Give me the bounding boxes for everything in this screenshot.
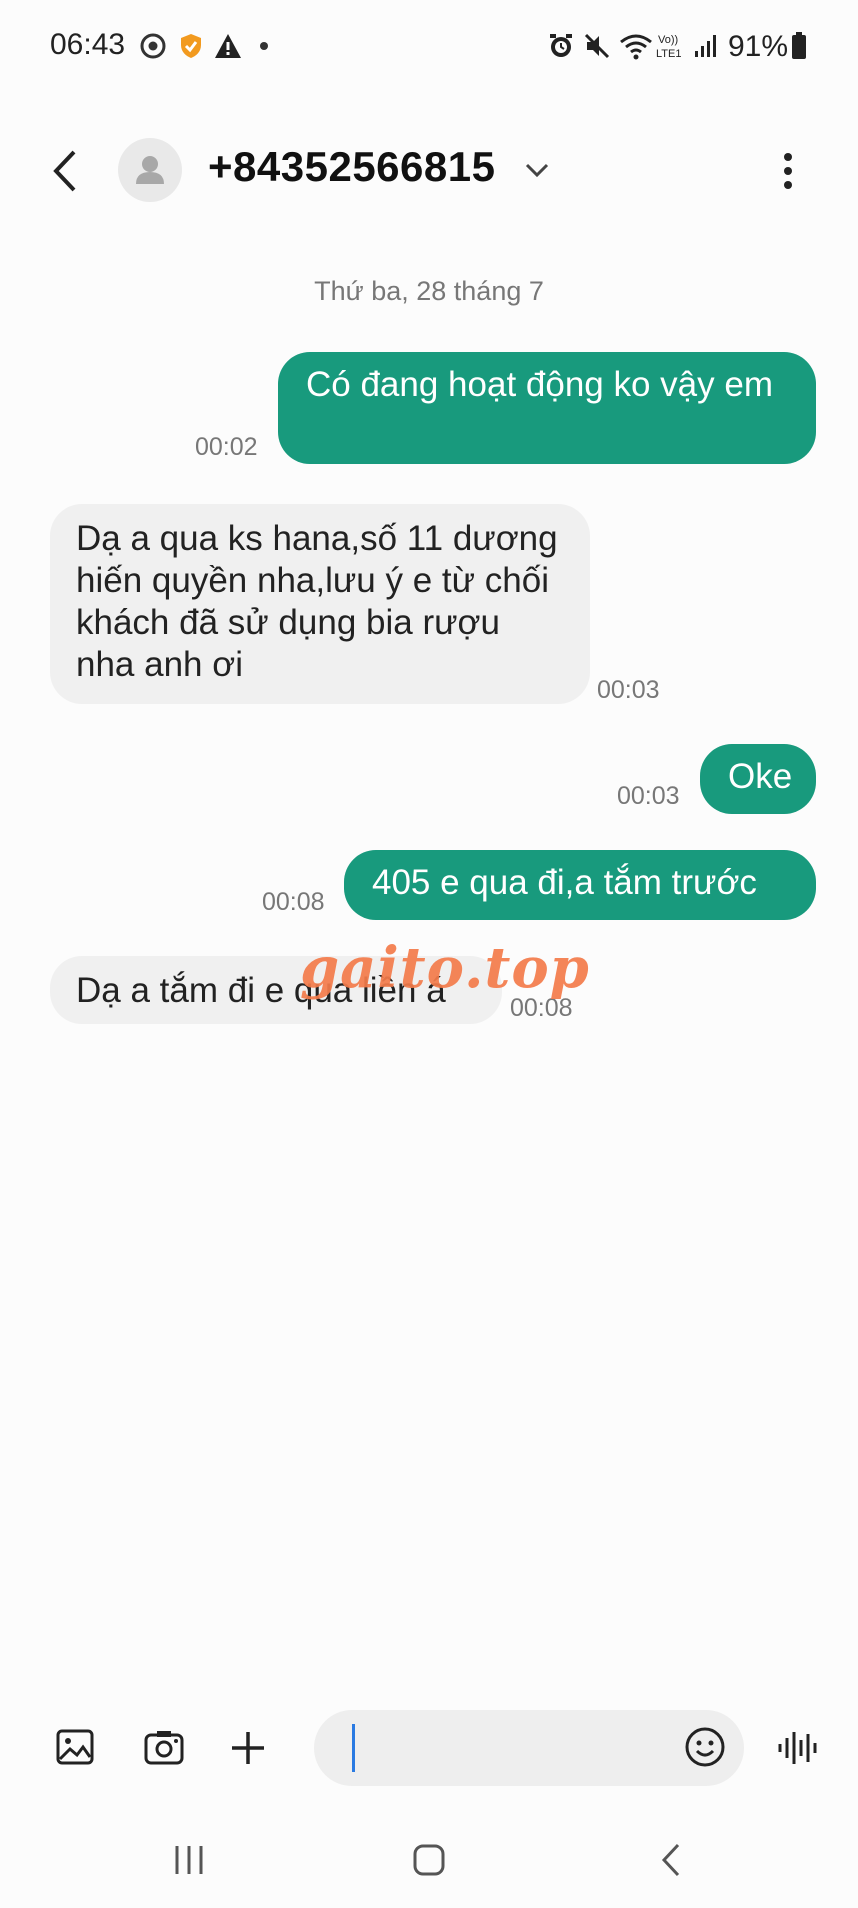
voice-button[interactable] [776,1728,820,1768]
date-separator: Thứ ba, 28 tháng 7 [314,276,544,306]
message-bubble-outgoing[interactable]: Có đang hoạt động ko vậy em [278,352,816,464]
emoji-button[interactable] [684,1726,726,1768]
smiley-icon [685,1727,725,1767]
warning-icon [212,30,244,62]
message-text: Dạ a qua ks hana,số 11 dương hiến quyền … [76,519,558,684]
message-input[interactable] [314,1710,744,1786]
person-icon [136,156,164,184]
svg-text:LTE1: LTE1 [656,48,681,60]
status-time: 06:43 [50,28,126,61]
recents-button[interactable] [168,1835,210,1885]
image-icon [56,1729,94,1765]
message-text: 405 e qua đi,a tắm trước [372,863,757,902]
message-time: 00:08 [262,888,325,916]
chrome-icon [138,30,168,62]
voice-waveform-icon [778,1732,817,1764]
home-icon [413,1844,445,1876]
battery-icon [788,30,810,62]
add-button[interactable] [228,1728,268,1768]
camera-button[interactable] [143,1727,185,1767]
battery-percent: 91% [728,30,789,63]
mute-icon [582,30,612,62]
message-bubble-outgoing[interactable]: 405 e qua đi,a tắm trước [344,850,816,920]
back-icon [661,1843,680,1877]
wifi-icon [618,30,654,62]
message-time: 00:03 [617,782,680,810]
message-time: 00:03 [597,676,660,704]
svg-text:Vo)): Vo)) [658,34,678,46]
message-text: Oke [728,757,793,796]
more-vert-icon [784,153,792,189]
chevron-down-icon[interactable] [522,155,552,185]
gallery-button[interactable] [55,1727,95,1767]
back-button[interactable] [46,146,86,196]
recents-icon [175,1846,203,1874]
text-cursor [352,1724,355,1772]
more-options-button[interactable] [776,150,800,192]
message-time: 00:02 [195,433,258,461]
message-text: Có đang hoạt động ko vậy em [306,365,773,404]
message-bubble-incoming[interactable]: Dạ a qua ks hana,số 11 dương hiến quyền … [50,504,590,704]
home-button[interactable] [408,1835,450,1885]
dot-icon [256,30,272,62]
contact-name[interactable]: +84352566815 [208,143,495,191]
volte-icon: Vo)) LTE1 [656,30,688,62]
nav-back-button[interactable] [650,1835,692,1885]
avatar[interactable] [118,138,182,202]
watermark: gaito.top [300,935,590,1001]
shield-icon [176,30,206,62]
camera-icon [144,1731,184,1765]
back-arrow-icon [53,150,76,192]
signal-icon [692,30,720,62]
message-bubble-outgoing[interactable]: Oke [700,744,816,814]
alarm-icon [546,30,576,62]
plus-icon [232,1732,264,1764]
